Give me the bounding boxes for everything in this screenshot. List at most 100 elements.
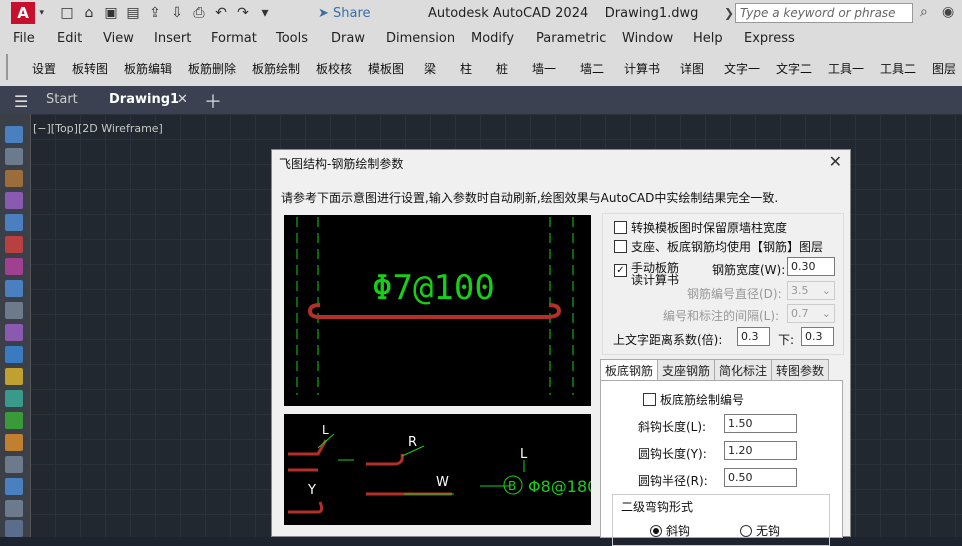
- tool-icon[interactable]: [5, 478, 23, 495]
- tool-icon[interactable]: [5, 302, 23, 319]
- tab-start[interactable]: Start: [46, 92, 78, 107]
- tool-icon[interactable]: [5, 368, 23, 385]
- autocad-logo[interactable]: A ▾: [11, 2, 44, 24]
- print-icon[interactable]: ⎙: [190, 4, 208, 22]
- quick-access-toolbar: □ ⌂ ▣ ▤ ⇪ ⇩ ⎙ ↶ ↷ ▾: [58, 4, 274, 22]
- tb-wall-2[interactable]: 墙二: [580, 60, 604, 77]
- tool-icon[interactable]: [5, 280, 23, 297]
- save-icon[interactable]: ▣: [102, 4, 120, 22]
- tb-rebar-edit[interactable]: 板筋编辑: [124, 60, 172, 77]
- tool-icon[interactable]: [5, 148, 23, 165]
- window-title: Autodesk AutoCAD 2024 Drawing1.dwg: [428, 6, 698, 21]
- round-hook-radius-input[interactable]: 0.50: [724, 468, 797, 487]
- tab-drawing1[interactable]: Drawing1 ✕: [95, 88, 193, 114]
- share-button[interactable]: ➤ Share: [318, 6, 371, 21]
- toolbar-grip[interactable]: [6, 54, 11, 80]
- menu-edit[interactable]: Edit: [57, 31, 82, 46]
- menu-hamburger-icon[interactable]: ☰: [14, 92, 28, 111]
- dialog-description: 请参考下面示意图进行设置,输入参数时自动刷新,绘图效果与AutoCAD中实绘制结…: [281, 191, 779, 205]
- tb-tools-2[interactable]: 工具二: [880, 60, 916, 77]
- tb-wall-1[interactable]: 墙一: [532, 60, 556, 77]
- user-icon[interactable]: ◉: [942, 4, 954, 20]
- tb-calc-report[interactable]: 计算书: [624, 60, 660, 77]
- use-rebar-layer-checkbox[interactable]: 支座、板底钢筋均使用【钢筋】图层: [614, 238, 823, 255]
- text-distance-top-input[interactable]: 0.3: [737, 327, 770, 346]
- close-icon[interactable]: ✕: [177, 92, 188, 107]
- tb-rebar-draw[interactable]: 板筋绘制: [252, 60, 300, 77]
- rebar-width-input[interactable]: 0.30: [787, 257, 835, 276]
- new-file-icon[interactable]: □: [58, 4, 76, 22]
- tb-text-1[interactable]: 文字一: [724, 60, 760, 77]
- save-as-icon[interactable]: ▤: [124, 4, 142, 22]
- radio-slanted-hook[interactable]: 斜钩: [650, 522, 690, 539]
- menu-draw[interactable]: Draw: [331, 31, 365, 46]
- new-tab-icon[interactable]: ＋: [204, 88, 222, 114]
- redo-icon[interactable]: ↷: [234, 4, 252, 22]
- menu-modify[interactable]: Modify: [471, 31, 514, 46]
- tb-column[interactable]: 柱: [460, 60, 472, 77]
- manual-rebar-checkbox[interactable]: ✓ 手动板筋 读计算书: [614, 262, 679, 286]
- menu-view[interactable]: View: [103, 31, 134, 46]
- tb-layer[interactable]: 图层: [932, 60, 956, 77]
- tool-icon[interactable]: [5, 324, 23, 341]
- bottom-rebar-number-checkbox[interactable]: 板底筋绘制编号: [643, 391, 744, 408]
- tb-settings[interactable]: 设置: [32, 60, 56, 77]
- tb-pile[interactable]: 桩: [496, 60, 508, 77]
- open-folder-icon[interactable]: ⌂: [80, 4, 98, 22]
- tab-bottom-rebar[interactable]: 板底钢筋: [600, 359, 659, 381]
- menu-insert[interactable]: Insert: [154, 31, 191, 46]
- chevron-right-icon[interactable]: ❯: [724, 6, 734, 20]
- radio-no-hook[interactable]: 无钩: [740, 522, 780, 539]
- tb-board-to-drawing[interactable]: 板转图: [72, 60, 108, 77]
- menu-tools[interactable]: Tools: [276, 31, 308, 46]
- search-icon[interactable]: ⌕: [920, 4, 928, 20]
- cloud-open-icon[interactable]: ⇪: [146, 4, 164, 22]
- tb-rebar-delete[interactable]: 板筋删除: [188, 60, 236, 77]
- search-input[interactable]: Type a keyword or phrase: [735, 3, 913, 23]
- tool-icon[interactable]: [5, 390, 23, 407]
- tb-board-check[interactable]: 板校核: [316, 60, 352, 77]
- chevron-down-icon: ⌄: [821, 307, 831, 320]
- tab-simplified-annotation[interactable]: 简化标注: [714, 359, 773, 381]
- undo-icon[interactable]: ↶: [212, 4, 230, 22]
- viewport-controls[interactable]: [−][Top][2D Wireframe]: [33, 122, 163, 135]
- tool-icon[interactable]: [5, 214, 23, 231]
- tool-icon[interactable]: [5, 236, 23, 253]
- menu-dimension[interactable]: Dimension: [386, 31, 455, 46]
- round-hook-radius-label: 圆钩半径(R):: [638, 474, 708, 488]
- rebar-num-diameter-select[interactable]: 3.5 ⌄: [787, 281, 835, 300]
- round-hook-length-input[interactable]: 1.20: [724, 441, 797, 460]
- tool-icon[interactable]: [5, 192, 23, 209]
- menu-file[interactable]: File: [13, 31, 35, 46]
- tab-conversion-params[interactable]: 转图参数: [771, 359, 830, 381]
- menu-format[interactable]: Format: [211, 31, 257, 46]
- menu-help[interactable]: Help: [693, 31, 723, 46]
- num-label-spacing-select[interactable]: 0.7 ⌄: [787, 304, 835, 323]
- tool-icon[interactable]: [5, 520, 23, 537]
- tool-icon[interactable]: [5, 434, 23, 451]
- menu-window[interactable]: Window: [622, 31, 673, 46]
- tool-icon[interactable]: [5, 500, 23, 517]
- tb-beam[interactable]: 梁: [424, 60, 436, 77]
- tb-text-2[interactable]: 文字二: [776, 60, 812, 77]
- tb-detail[interactable]: 详图: [680, 60, 704, 77]
- text-distance-bottom-input[interactable]: 0.3: [801, 327, 834, 346]
- tool-icon[interactable]: [5, 170, 23, 187]
- cloud-save-icon[interactable]: ⇩: [168, 4, 186, 22]
- tab-support-rebar[interactable]: 支座钢筋: [657, 359, 716, 381]
- menu-express[interactable]: Express: [744, 31, 795, 46]
- keep-wall-width-checkbox[interactable]: 转换模板图时保留原墙柱宽度: [614, 219, 787, 236]
- tool-icon[interactable]: [5, 126, 23, 143]
- tb-tools-1[interactable]: 工具一: [828, 60, 864, 77]
- qat-more-icon[interactable]: ▾: [256, 4, 274, 22]
- tool-icon[interactable]: [5, 346, 23, 363]
- tool-icon[interactable]: [5, 258, 23, 275]
- chevron-down-icon[interactable]: ▾: [39, 2, 44, 24]
- tb-template[interactable]: 模板图: [368, 60, 404, 77]
- close-icon[interactable]: ✕: [829, 152, 842, 171]
- rebar-params-dialog: 飞图结构-钢筋绘制参数 ✕ 请参考下面示意图进行设置,输入参数时自动刷新,绘图效…: [271, 149, 851, 546]
- tool-icon[interactable]: [5, 412, 23, 429]
- tool-icon[interactable]: [5, 456, 23, 473]
- hook-length-input[interactable]: 1.50: [724, 414, 797, 433]
- menu-parametric[interactable]: Parametric: [536, 31, 606, 46]
